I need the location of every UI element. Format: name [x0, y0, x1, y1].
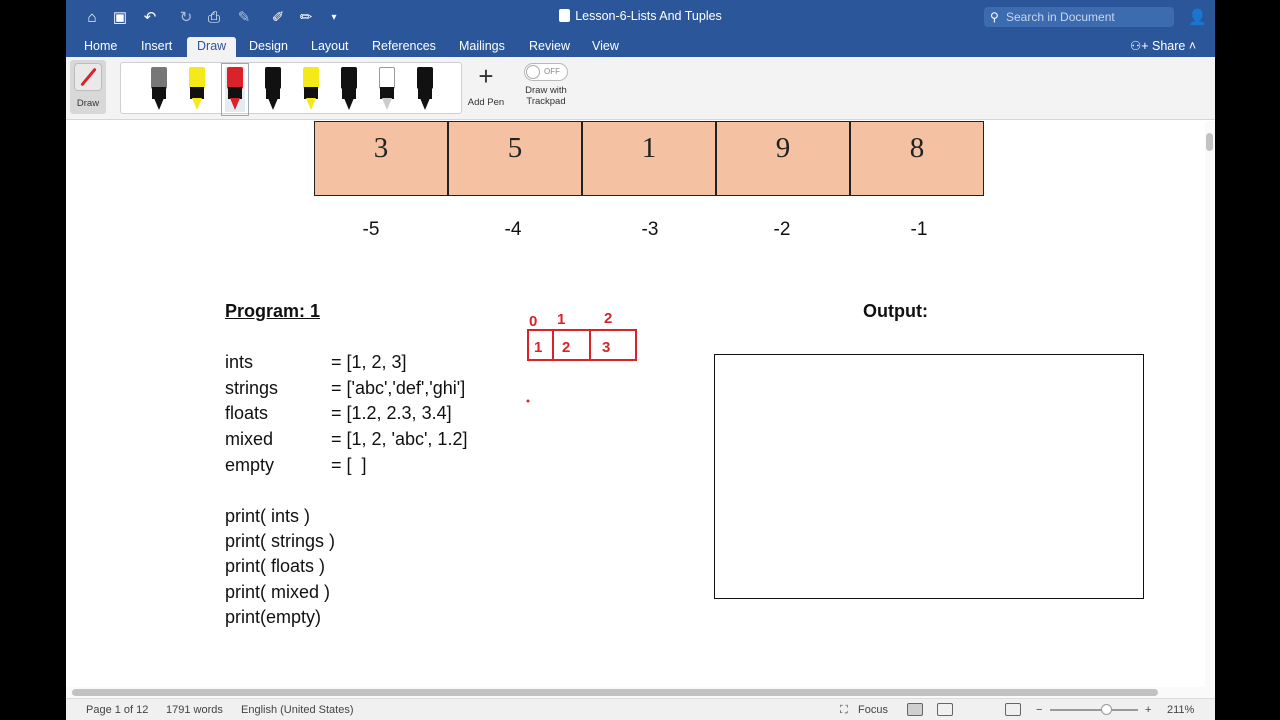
code-line: mixed = [1, 2, 'abc', 1.2] — [225, 429, 468, 449]
tab-draw[interactable]: Draw — [187, 37, 237, 57]
ribbon-tabs: Home Insert Draw Design Layout Reference… — [66, 34, 1215, 57]
zoom-in-icon[interactable]: + — [1145, 704, 1151, 716]
language-indicator[interactable]: English (United States) — [241, 704, 354, 716]
array-diagram: 3 5 1 9 8 — [314, 121, 985, 196]
print-line: print( mixed ) — [225, 582, 331, 602]
code-line: floats = [1.2, 2.3, 3.4] — [225, 403, 452, 423]
sketch-index: 1 — [557, 311, 565, 328]
toggle-switch[interactable]: OFF — [524, 63, 568, 81]
print-line: print( ints ) — [225, 506, 311, 526]
tab-view[interactable]: View — [592, 38, 619, 57]
handwritten-list-sketch: 0 1 2 1 2 3 — [526, 310, 637, 403]
pen-black-2-icon[interactable] — [339, 67, 359, 112]
search-icon: ⚲ — [990, 10, 999, 24]
sketch-value: 1 — [534, 339, 542, 356]
program-title: Program: 1 — [225, 301, 321, 321]
array-cell: 9 — [716, 121, 850, 196]
web-layout-icon[interactable] — [937, 703, 953, 716]
add-pen-label: Add Pen — [467, 97, 505, 108]
zoom-slider[interactable] — [1050, 704, 1138, 715]
tab-home[interactable]: Home — [84, 38, 117, 57]
code-line: ints = [1, 2, 3] — [225, 352, 407, 372]
pen-red-icon[interactable] — [221, 63, 249, 116]
tab-references[interactable]: References — [372, 38, 436, 57]
draw-label: Draw — [76, 98, 100, 109]
pencil-gray-icon[interactable] — [149, 67, 169, 112]
code-line: strings = ['abc','def','ghi'] — [225, 378, 466, 398]
highlighter-yellow-icon[interactable] — [187, 67, 207, 112]
status-bar: Page 1 of 12 1791 words English (United … — [66, 698, 1215, 720]
focus-button[interactable]: Focus — [858, 704, 888, 716]
negative-index: -5 — [362, 219, 380, 240]
code-line: empty = [ ] — [225, 455, 367, 475]
sketch-value: 3 — [602, 339, 610, 356]
negative-index: -3 — [641, 219, 659, 240]
negative-index: -1 — [910, 219, 928, 240]
array-cell: 1 — [582, 121, 716, 196]
zoom-level[interactable]: 211% — [1167, 704, 1194, 716]
sketch-index: 2 — [604, 310, 612, 327]
title-bar: ⌂ ▣ ↶ ↻ ⎙ ✎ ✐ ✏ ▾ Lesson-6-Lists And Tup… — [66, 0, 1215, 34]
array-cell: 5 — [448, 121, 582, 196]
draw-pen-icon — [74, 63, 102, 91]
sketch-value: 2 — [562, 339, 570, 356]
print-line: print( floats ) — [225, 556, 326, 576]
zoom-slider-knob[interactable] — [1101, 704, 1112, 715]
negative-index: -4 — [504, 219, 522, 240]
focus-icon[interactable]: ⛶ — [840, 704, 848, 717]
page-count[interactable]: Page 1 of 12 — [86, 704, 148, 716]
search-input[interactable]: ⚲ Search in Document — [984, 7, 1174, 27]
document-page[interactable]: 3 5 1 9 8 -5 -4 -3 -2 -1 Program: 1 ints… — [90, 121, 1202, 687]
pen-black-icon[interactable] — [263, 67, 283, 112]
vertical-scrollbar[interactable] — [1205, 121, 1215, 687]
user-account-icon[interactable]: 👤 — [1188, 8, 1207, 26]
share-button[interactable]: ⚇+ Share ˄ — [1130, 38, 1196, 53]
trackpad-label: Draw with Trackpad — [525, 85, 567, 107]
draw-tool-button[interactable]: Draw — [70, 60, 106, 114]
tab-review[interactable]: Review — [529, 38, 570, 57]
highlighter-yellow-2-icon[interactable] — [301, 67, 321, 112]
horizontal-scroll-thumb[interactable] — [72, 689, 1158, 696]
draw-with-trackpad-toggle[interactable]: OFF Draw with Trackpad — [521, 63, 571, 107]
print-line: print(empty) — [225, 607, 322, 627]
pen-gallery — [120, 62, 462, 116]
word-document-icon — [559, 9, 571, 22]
print-layout-icon[interactable] — [907, 703, 923, 716]
print-line: print( strings ) — [225, 531, 336, 551]
tab-mailings[interactable]: Mailings — [459, 38, 505, 57]
add-pen-button[interactable]: + Add Pen — [466, 63, 506, 108]
vertical-scroll-thumb[interactable] — [1206, 133, 1213, 151]
array-cell: 3 — [314, 121, 448, 196]
toggle-knob — [526, 65, 540, 79]
zoom-out-icon[interactable]: − — [1036, 704, 1042, 716]
sketch-dot — [526, 399, 530, 403]
plus-icon: + — [478, 61, 494, 91]
output-title: Output: — [863, 301, 928, 321]
tab-design[interactable]: Design — [249, 38, 288, 57]
word-count[interactable]: 1791 words — [166, 704, 223, 716]
word-window: ⌂ ▣ ↶ ↻ ⎙ ✎ ✐ ✏ ▾ Lesson-6-Lists And Tup… — [66, 0, 1215, 720]
sketch-box — [527, 329, 637, 361]
sketch-index: 0 — [529, 313, 537, 330]
tab-insert[interactable]: Insert — [141, 38, 172, 57]
horizontal-scrollbar[interactable] — [66, 687, 1215, 698]
pen-black-3-icon[interactable] — [415, 67, 435, 112]
draw-ribbon: Draw + Add Pen OFF Draw with Trackpad — [66, 57, 1215, 120]
toggle-state-label: OFF — [544, 67, 560, 76]
negative-index: -2 — [773, 219, 791, 240]
pencil-white-icon[interactable] — [377, 67, 397, 112]
output-box — [714, 354, 1144, 599]
tab-layout[interactable]: Layout — [311, 38, 349, 57]
outline-view-icon[interactable] — [1005, 703, 1021, 716]
array-cell: 8 — [850, 121, 984, 196]
